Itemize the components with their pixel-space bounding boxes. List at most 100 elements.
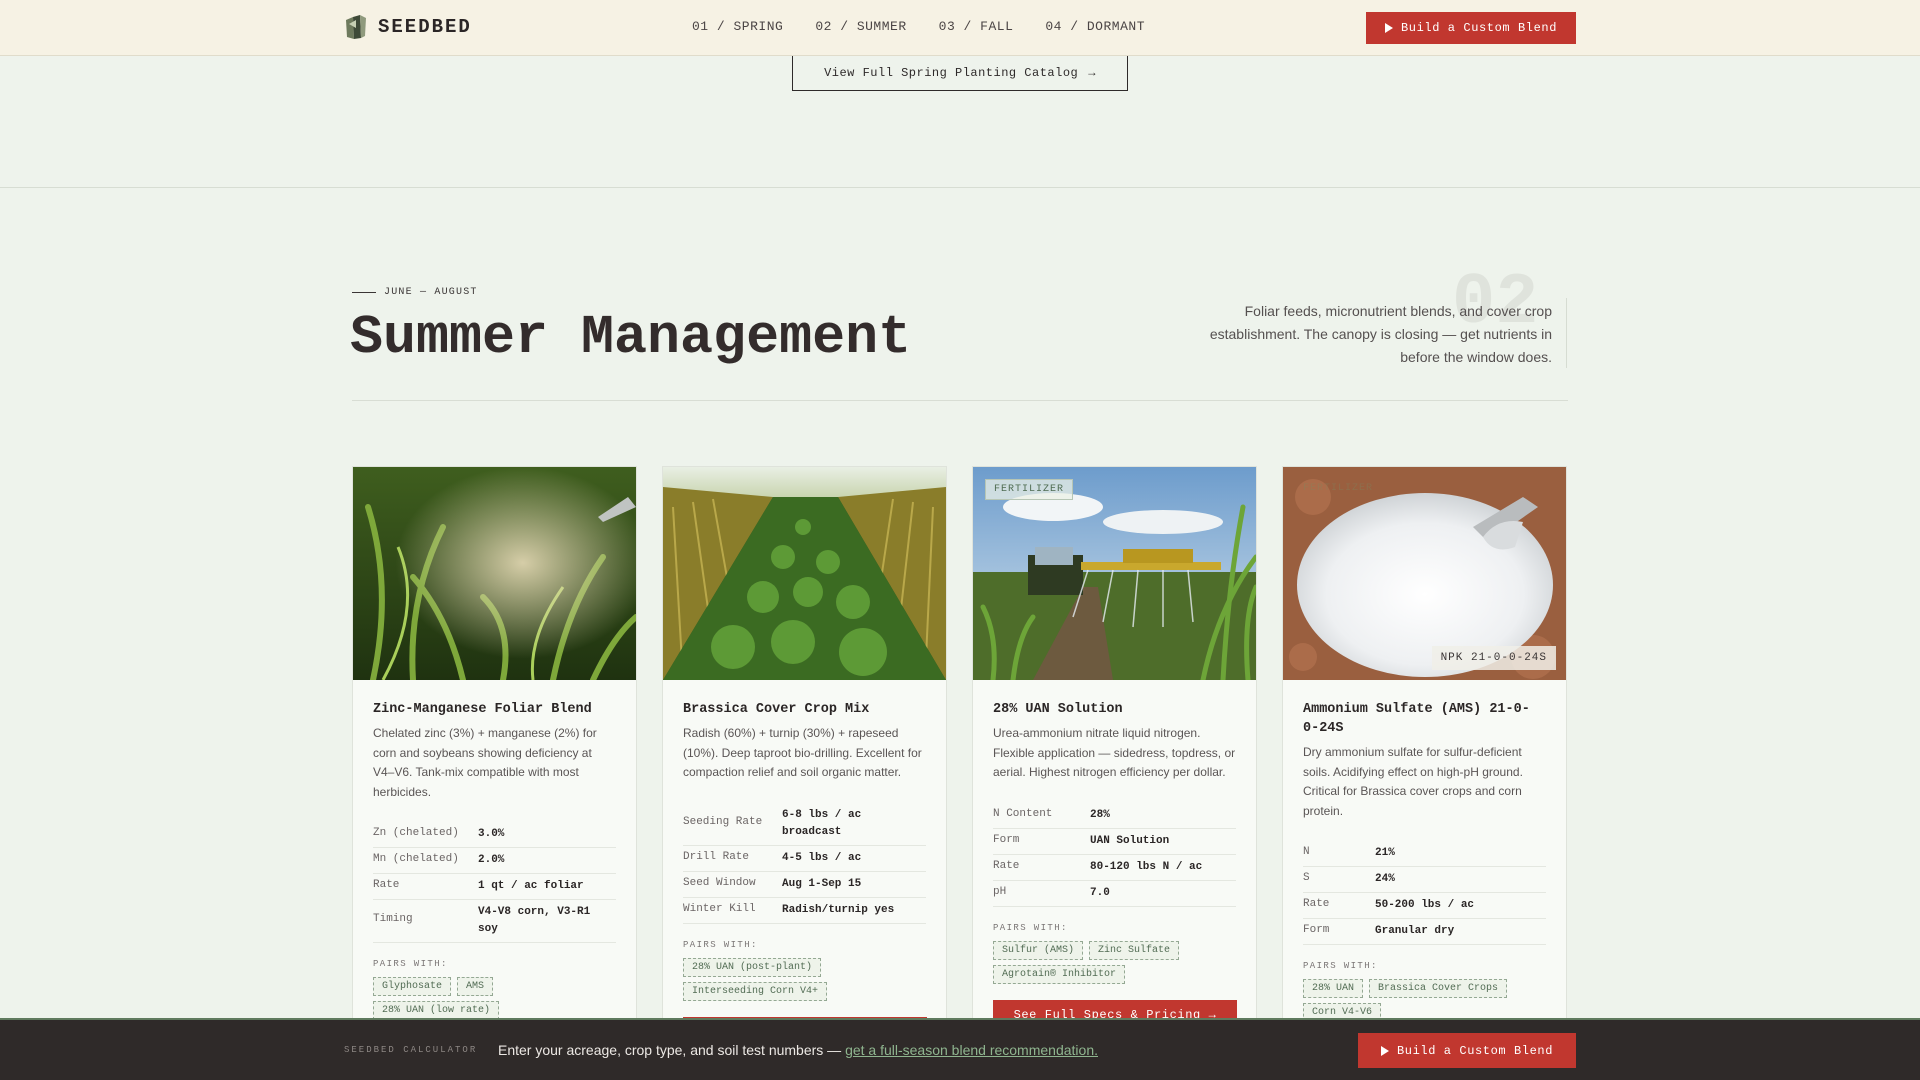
build-custom-blend-bottom-button[interactable]: Build a Custom Blend [1358, 1033, 1576, 1068]
spec-value: 6-8 lbs / ac broadcast [782, 808, 862, 838]
spec-value: Granular dry [1375, 925, 1455, 937]
pair-chip[interactable]: AMS [457, 977, 494, 996]
top-nav: SEEDBED 01 / SPRING 02 / SUMMER 03 / FAL… [0, 0, 1920, 56]
spec-row: Form Granular dry [1303, 919, 1546, 945]
spec-key: N [1303, 846, 1310, 858]
spec-value: V4-V8 corn, V3-R1 soy [478, 906, 591, 935]
pair-chip[interactable]: Zinc Sulfate [1089, 940, 1180, 960]
spec-value: Radish/turnip yes [782, 903, 895, 916]
spec-key: N Content [993, 807, 1053, 820]
product-image: FERTILIZER NPK 21-0-0-24S [1283, 467, 1566, 680]
spec-row: pH 7.0 [993, 881, 1236, 907]
build-custom-blend-label: Build a Custom Blend [1396, 1043, 1554, 1058]
spec-row: N Content 28% [993, 803, 1236, 829]
catalog-button-label: View Full Spring Planting Catalog [824, 66, 1079, 80]
calculator-bar: SEEDBED CALCULATOR Enter your acreage, c… [0, 1018, 1920, 1080]
nav-link-dormant[interactable]: 04 / DORMANT [1045, 19, 1145, 34]
play-icon [1384, 23, 1393, 33]
build-custom-blend-label: Build a Custom Blend [1400, 21, 1558, 35]
spec-row: Form UAN Solution [993, 829, 1236, 855]
pair-chip[interactable]: 28% UAN [1303, 979, 1364, 998]
product-title[interactable]: Brassica Cover Crop Mix [683, 700, 926, 719]
pair-chip[interactable]: Sulfur (AMS) [993, 940, 1084, 960]
brand[interactable]: SEEDBED [344, 14, 472, 40]
npk-badge: NPK 21-0-0-24S [1431, 646, 1556, 670]
pair-chip[interactable]: Agrotain® Inhibitor [993, 964, 1126, 984]
product-image [663, 467, 946, 680]
spec-value: 2.0% [478, 854, 505, 866]
brand-name: SEEDBED [378, 16, 472, 38]
spec-row: Zn (chelated) 3.0% [373, 822, 616, 848]
spec-row: S 24% [1303, 867, 1546, 893]
spec-row: N 21% [1303, 841, 1546, 867]
nav-link-fall[interactable]: 03 / FALL [939, 19, 1014, 34]
calculator-prompt: Enter your acreage, crop type, and soil … [498, 1042, 842, 1058]
spec-value: 4-5 lbs / ac [782, 851, 862, 864]
product-image [353, 467, 636, 680]
product-image: FERTILIZER [973, 467, 1256, 680]
pair-chip[interactable]: Brassica Cover Crops [1369, 979, 1508, 998]
product-card-uan[interactable]: FERTILIZER 28% UAN Solution Urea-ammoniu… [972, 466, 1257, 1066]
product-description: Dry ammonium sulfate for sulfur-deficien… [1303, 745, 1523, 818]
section-divider [352, 400, 1568, 401]
spec-row: Rate 80-120 lbs N / ac [993, 855, 1236, 881]
spec-key: Seeding Rate [683, 815, 763, 828]
spec-value: 21% [1375, 847, 1395, 859]
spec-key: Rate [373, 879, 400, 891]
build-custom-blend-button[interactable]: Build a Custom Blend [1366, 12, 1576, 44]
category-tag: FERTILIZER [985, 479, 1074, 500]
pairs-with-label: PAIRS WITH: [993, 922, 1068, 933]
eyebrow-rule [352, 292, 376, 293]
spec-key: Rate [993, 859, 1020, 872]
nav-link-summer[interactable]: 02 / SUMMER [815, 19, 906, 34]
pair-chip[interactable]: 28% UAN (post-plant) [683, 957, 822, 977]
spec-value: 50-200 lbs / ac [1375, 899, 1475, 911]
arrow-right-icon: → [1088, 66, 1096, 80]
spec-value: UAN Solution [1090, 834, 1170, 847]
spec-row: Timing V4-V8 corn, V3-R1 soy [373, 900, 616, 943]
spec-key: Zn (chelated) [373, 827, 459, 839]
product-title[interactable]: Ammonium Sulfate (AMS) 21-0-0-24S [1303, 700, 1546, 738]
product-card-brassica[interactable]: Brassica Cover Crop Mix Radish (60%) + t… [662, 466, 947, 1066]
spec-row: Drill Rate 4-5 lbs / ac [683, 846, 926, 872]
spec-row: Seed Window Aug 1-Sep 15 [683, 872, 926, 898]
product-card-zinc-manganese[interactable]: Zinc-Manganese Foliar Blend Chelated zin… [352, 466, 637, 1066]
view-spring-catalog-button[interactable]: View Full Spring Planting Catalog → [792, 56, 1128, 91]
spec-value: 80-120 lbs N / ac [1090, 860, 1203, 873]
nav-link-spring[interactable]: 01 / SPRING [692, 19, 783, 34]
spec-table: Zn (chelated) 3.0% Mn (chelated) 2.0% Rate… [373, 822, 616, 943]
spec-key: Winter Kill [683, 902, 756, 915]
spec-key: Rate [1303, 898, 1330, 910]
product-description: Radish (60%) + turnip (30%) + rapeseed (… [683, 726, 922, 779]
spec-table: Seeding Rate 6-8 lbs / ac broadcast Drill… [683, 803, 926, 924]
calculator-label: SEEDBED CALCULATOR [344, 1045, 478, 1055]
blend-recommendation-link[interactable]: get a full-season blend recommendation. [845, 1042, 1098, 1058]
spec-key: Drill Rate [683, 850, 750, 863]
seedbed-logo-icon [346, 15, 366, 39]
product-description: Chelated zinc (3%) + manganese (2%) for … [373, 726, 597, 799]
spec-key: pH [993, 885, 1007, 898]
pairs-with-chips: 28% UAN (post-plant) Interseeding Corn V… [683, 957, 926, 1001]
spec-key: Mn (chelated) [373, 853, 459, 865]
product-title[interactable]: Zinc-Manganese Foliar Blend [373, 700, 616, 719]
pairs-with-label: PAIRS WITH: [373, 959, 448, 969]
product-card-ams[interactable]: FERTILIZER NPK 21-0-0-24S Ammonium Sulfa… [1282, 466, 1567, 1066]
spec-value: 7.0 [1090, 886, 1110, 899]
spec-value: Aug 1-Sep 15 [782, 877, 862, 890]
season-nav: 01 / SPRING 02 / SUMMER 03 / FALL 04 / D… [692, 19, 1145, 34]
product-title[interactable]: 28% UAN Solution [993, 700, 1236, 719]
pairs-with-label: PAIRS WITH: [683, 939, 758, 950]
cover-crop-field-image [663, 467, 946, 680]
calculator-text: Enter your acreage, crop type, and soil … [498, 1042, 1098, 1058]
spec-key: Form [993, 833, 1020, 846]
spring-section-bottom: View Full Spring Planting Catalog → [0, 56, 1920, 188]
description-rule [1566, 298, 1567, 368]
pair-chip[interactable]: Glyphosate [373, 977, 452, 996]
spec-key: Seed Window [683, 876, 756, 889]
spec-row: Seeding Rate 6-8 lbs / ac broadcast [683, 803, 926, 846]
spec-key: S [1303, 872, 1310, 884]
season-date-range: JUNE — AUGUST [384, 287, 478, 298]
section-title: Summer Management [350, 306, 912, 369]
pair-chip[interactable]: Interseeding Corn V4+ [683, 981, 828, 1001]
spec-value: 1 qt / ac foliar [478, 880, 584, 892]
